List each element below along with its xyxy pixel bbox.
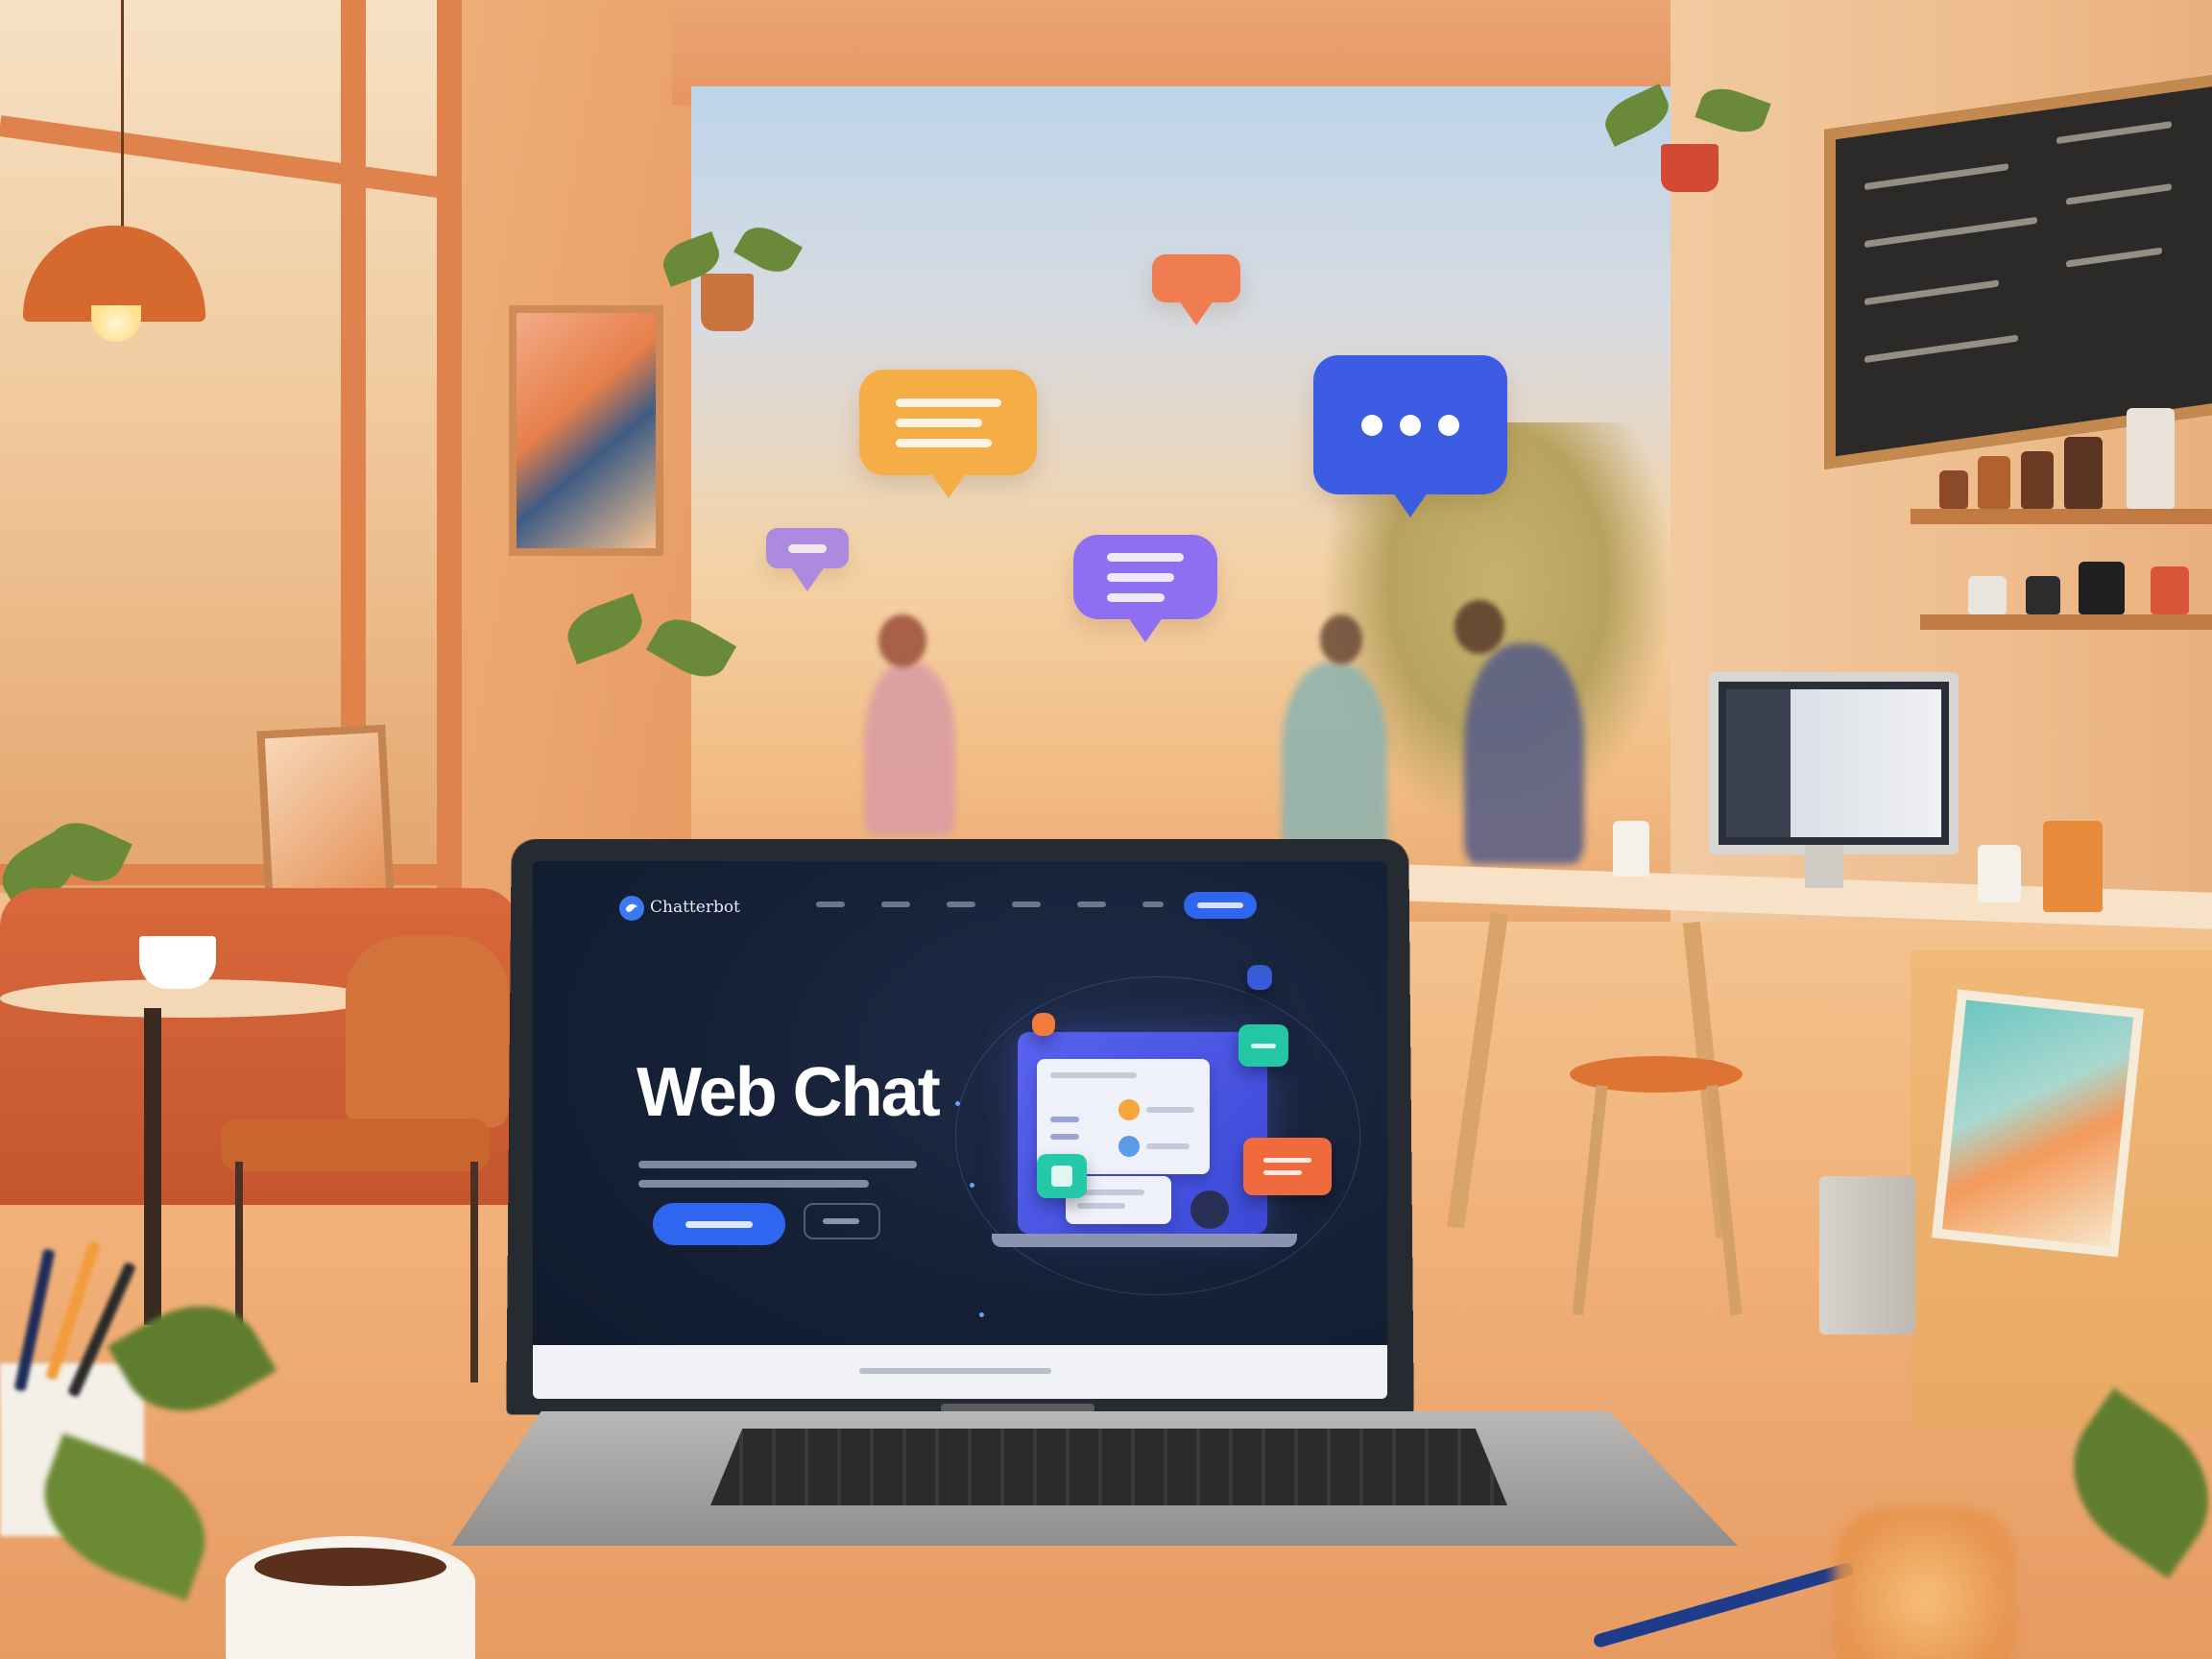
chalk-line <box>1864 279 1999 306</box>
window-mullion <box>437 0 462 893</box>
hanging-plant-pot <box>1661 144 1719 192</box>
floating-chat-bubble <box>1313 355 1507 517</box>
nav-link[interactable] <box>1077 902 1106 907</box>
spice-jar <box>1978 456 2010 509</box>
nav-link[interactable] <box>947 902 975 907</box>
chair-back <box>346 936 509 1128</box>
tin-on-shelf <box>2151 566 2189 614</box>
person-silhouette <box>1282 662 1387 854</box>
avatar <box>1118 1099 1140 1120</box>
spice-jar <box>1939 470 1968 509</box>
notification-chip <box>1032 1013 1055 1036</box>
pencil-holder <box>1613 821 1649 877</box>
avatar <box>1118 1136 1140 1157</box>
typing-dots-icon <box>1361 414 1459 436</box>
footer-line <box>859 1368 1051 1374</box>
person-head <box>1455 600 1504 654</box>
person-head <box>878 614 926 667</box>
chair-leg <box>470 1162 478 1382</box>
honey-jar <box>2043 821 2103 912</box>
grid-chip-icon <box>1037 1154 1087 1198</box>
waste-bin <box>1819 1176 1915 1334</box>
laptop-screen[interactable]: Chatterbot Web Chat <box>533 861 1387 1399</box>
chalk-line <box>1864 334 2018 364</box>
hero-title: Web Chat <box>637 1054 941 1131</box>
sparkle-dot <box>955 1101 960 1106</box>
chalk-line <box>2066 183 2172 205</box>
lamp-cord <box>121 0 124 230</box>
small-picture-frame <box>256 724 395 905</box>
floating-chat-bubble <box>1073 535 1217 642</box>
illustration-laptop-base <box>992 1234 1297 1247</box>
coffee-cup-icon <box>139 936 216 989</box>
person-head <box>1320 614 1362 664</box>
wall-shelf <box>1911 509 2212 524</box>
bird-logo-icon[interactable] <box>619 896 644 921</box>
wall-shelf <box>1920 614 2212 630</box>
site-navbar: Chatterbot <box>533 861 1387 921</box>
message-lines-icon <box>1107 552 1184 602</box>
nav-links <box>816 902 1212 907</box>
message-lines-icon <box>895 397 1001 447</box>
nav-link[interactable] <box>1012 902 1041 907</box>
monitor-screen <box>1726 689 1941 837</box>
table-leg <box>144 1008 161 1325</box>
chair-seat <box>221 1118 490 1171</box>
spice-jar <box>2021 451 2054 509</box>
chalk-line <box>1864 163 2008 191</box>
desktop-monitor <box>1709 672 1959 854</box>
user-avatar-icon <box>1190 1190 1229 1229</box>
cafe-scene: Chatterbot Web Chat <box>0 0 2212 1659</box>
tin-on-shelf <box>2079 562 2125 614</box>
message-small-icon <box>788 543 827 553</box>
person-silhouette <box>1464 643 1584 864</box>
cup-on-shelf <box>2026 576 2060 614</box>
glass-jar <box>2127 408 2175 509</box>
floating-chat-bubble <box>859 370 1037 498</box>
secondary-label <box>823 1218 859 1224</box>
chalk-line <box>2056 121 2172 144</box>
sparkle-dot <box>970 1183 974 1188</box>
person-silhouette <box>864 662 955 835</box>
chalk-line <box>1864 216 2037 249</box>
pencil-holder <box>1978 845 2021 902</box>
secondary-button[interactable] <box>804 1203 880 1239</box>
easel-painting <box>1931 989 2145 1258</box>
nav-link[interactable] <box>881 902 910 907</box>
nav-cta-button[interactable] <box>1184 892 1257 919</box>
notification-chip <box>1247 965 1272 990</box>
get-started-button[interactable] <box>653 1203 785 1245</box>
message-chip-icon <box>1238 1024 1288 1067</box>
nav-link[interactable] <box>1142 902 1164 907</box>
bird-logo-icon <box>625 903 638 912</box>
screen-footer <box>533 1345 1387 1399</box>
nav-cta-label <box>1197 902 1243 908</box>
spice-jar <box>2064 437 2103 509</box>
nav-link[interactable] <box>816 902 845 907</box>
brand-name[interactable]: Chatterbot <box>650 898 740 917</box>
hanging-plant-pot <box>701 274 754 331</box>
illustration-laptop <box>1018 1032 1267 1234</box>
floating-chat-bubble <box>766 528 849 591</box>
floating-chat-bubble <box>1152 254 1240 325</box>
wall-art-frame <box>509 305 663 556</box>
chalk-line <box>2066 247 2162 268</box>
foreground-glass <box>1834 1507 2016 1659</box>
sparkle-dot <box>979 1312 984 1317</box>
laptop-keyboard[interactable] <box>710 1429 1507 1505</box>
cup-on-shelf <box>1968 576 2007 614</box>
monitor-stand <box>1805 845 1843 888</box>
coffee <box>254 1548 446 1586</box>
get-started-label <box>685 1221 753 1228</box>
hero-subtitle-line <box>638 1161 917 1168</box>
hero-subtitle-line <box>638 1180 869 1188</box>
message-chip-icon <box>1243 1138 1332 1195</box>
